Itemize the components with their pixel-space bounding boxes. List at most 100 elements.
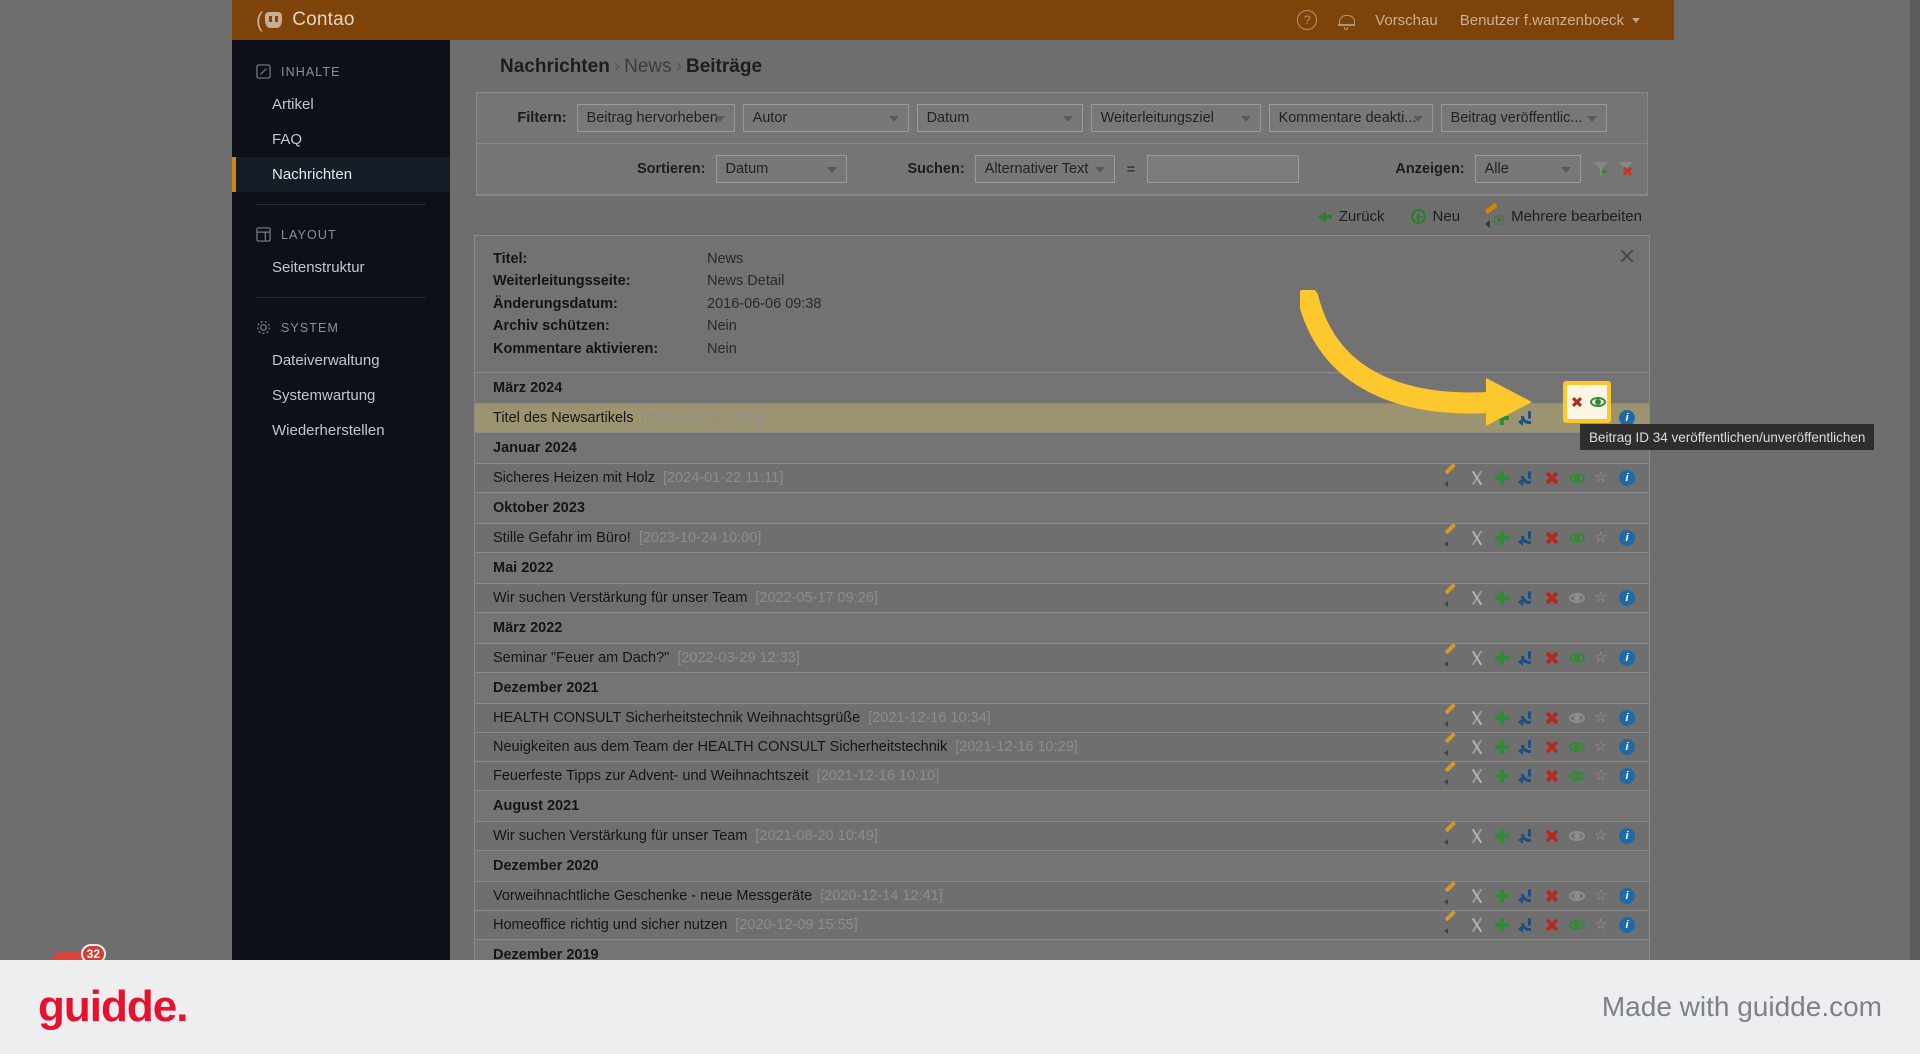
sidebar-item-nachrichten[interactable]: Nachrichten [232,157,450,192]
move-arrow-icon[interactable] [1518,590,1535,607]
filter-select-kommentare[interactable]: Kommentare deakti... [1268,104,1433,132]
edit-pencil-icon[interactable] [1444,821,1460,846]
publish-eye-icon[interactable] [1569,917,1585,933]
user-menu[interactable]: Benutzer f.wanzenboeck [1460,12,1640,29]
delete-x-icon[interactable] [1544,768,1560,784]
sidebar-item-wiederherstellen[interactable]: Wiederherstellen [232,413,450,448]
publish-eye-icon[interactable] [1569,828,1585,844]
table-row[interactable]: Homeoffice richtig und sicher nutzen [202… [475,910,1649,941]
plus-icon[interactable] [1494,768,1510,784]
cut-tools-icon[interactable] [1469,590,1485,606]
publish-eye-icon[interactable] [1589,394,1606,410]
edit-pencil-icon[interactable] [1444,910,1460,935]
table-row[interactable]: HEALTH CONSULT Sicherheitstechnik Weihna… [475,703,1649,734]
filter-select-datum[interactable]: Datum [916,104,1083,132]
cut-tools-icon[interactable] [1469,917,1485,933]
close-icon[interactable] [1619,248,1635,264]
cut-tools-icon[interactable] [1469,888,1485,904]
table-row[interactable]: Wir suchen Verstärkung für unser Team [20… [475,583,1649,614]
move-arrow-icon[interactable] [1518,470,1535,487]
publish-eye-icon[interactable] [1569,470,1585,486]
delete-x-icon[interactable] [1544,470,1560,486]
sort-select[interactable]: Datum [715,155,848,183]
cut-tools-icon[interactable] [1469,828,1485,844]
highlighted-publish-toggle[interactable] [1563,381,1611,423]
filter-select-veroeffentlicht[interactable]: Beitrag veröffentlic... [1440,104,1607,132]
cut-tools-icon[interactable] [1469,470,1485,486]
info-icon[interactable]: i [1619,739,1635,756]
search-input[interactable] [1147,155,1300,183]
cut-tools-icon[interactable] [1469,650,1485,666]
publish-eye-icon[interactable] [1569,650,1585,666]
cut-tools-icon[interactable] [1469,710,1485,726]
delete-x-icon[interactable] [1544,828,1560,844]
delete-x-icon[interactable] [1544,739,1560,755]
cut-tools-icon[interactable] [1469,739,1485,755]
contao-logo[interactable]: ( Contao [256,9,355,31]
move-arrow-icon[interactable] [1518,710,1535,727]
filter-select-autor[interactable]: Autor [742,104,909,132]
funnel-plus-icon[interactable]: + [1594,161,1609,178]
info-icon[interactable]: i [1619,530,1635,547]
feature-star-icon[interactable]: ☆ [1594,710,1610,726]
move-arrow-icon[interactable] [1518,530,1535,547]
show-select[interactable]: Alle [1474,155,1582,183]
sidebar-item-dateiverwaltung[interactable]: Dateiverwaltung [232,343,450,378]
delete-x-icon[interactable] [1544,530,1560,546]
plus-icon[interactable] [1494,590,1510,606]
feature-star-icon[interactable]: ☆ [1594,650,1610,666]
info-icon[interactable]: i [1619,650,1635,667]
plus-icon[interactable] [1494,530,1510,546]
info-icon[interactable]: i [1619,888,1635,905]
move-arrow-icon[interactable] [1518,650,1535,667]
table-row[interactable]: Seminar "Feuer am Dach?" [2022-03-29 12:3… [475,643,1649,674]
feature-star-icon[interactable]: ☆ [1594,917,1610,933]
sidebar-item-faq[interactable]: FAQ [232,122,450,157]
plus-icon[interactable] [1494,470,1510,486]
breadcrumb-item-2[interactable]: News [624,56,672,77]
table-row[interactable]: Sicheres Heizen mit Holz [2024-01-22 11:1… [475,463,1649,494]
info-icon[interactable]: i [1619,828,1635,845]
table-row[interactable]: Neuigkeiten aus dem Team der HEALTH CONS… [475,732,1649,763]
plus-icon[interactable] [1494,739,1510,755]
plus-icon[interactable] [1494,917,1510,933]
publish-eye-icon[interactable] [1569,768,1585,784]
feature-star-icon[interactable]: ☆ [1594,768,1610,784]
new-button[interactable]: Neu [1410,208,1460,225]
delete-x-icon[interactable] [1544,917,1560,933]
sidebar-item-artikel[interactable]: Artikel [232,87,450,122]
chat-widget[interactable]: 32 [50,944,106,960]
move-arrow-icon[interactable] [1518,917,1535,934]
bell-icon[interactable] [1338,13,1356,30]
feature-star-icon[interactable]: ☆ [1594,739,1610,755]
edit-pencil-icon[interactable] [1444,761,1460,786]
delete-x-icon[interactable] [1544,650,1560,666]
info-icon[interactable]: i [1619,917,1635,934]
filter-select-weiterleitungsziel[interactable]: Weiterleitungsziel [1090,104,1261,132]
publish-eye-icon[interactable] [1569,888,1585,904]
delete-x-icon[interactable] [1544,888,1560,904]
cut-tools-icon[interactable] [1469,768,1485,784]
feature-star-icon[interactable]: ☆ [1594,828,1610,844]
breadcrumb-item-1[interactable]: Nachrichten [500,56,610,77]
preview-link[interactable]: Vorschau [1375,12,1438,29]
table-row[interactable]: Stille Gefahr im Büro! [2023-10-24 10:00]… [475,523,1649,554]
edit-pencil-icon[interactable] [1444,583,1460,608]
move-arrow-icon[interactable] [1518,768,1535,785]
back-button[interactable]: Zurück [1317,208,1385,225]
plus-icon[interactable] [1494,828,1510,844]
publish-eye-icon[interactable] [1569,530,1585,546]
edit-pencil-icon[interactable] [1444,463,1460,488]
sidebar-item-systemwartung[interactable]: Systemwartung [232,378,450,413]
delete-x-icon[interactable] [1544,590,1560,606]
edit-pencil-icon[interactable] [1444,881,1460,906]
table-row[interactable]: Feuerfeste Tipps zur Advent- und Weihnac… [475,761,1649,792]
publish-eye-icon[interactable] [1569,739,1585,755]
edit-pencil-icon[interactable] [1444,703,1460,728]
page-scrollbar[interactable] [1910,0,1920,960]
search-field-select[interactable]: Alternativer Text [974,155,1115,183]
edit-pencil-icon[interactable] [1444,732,1460,757]
table-row[interactable]: Wir suchen Verstärkung für unser Team [20… [475,821,1649,852]
move-arrow-icon[interactable] [1518,888,1535,905]
move-arrow-icon[interactable] [1518,828,1535,845]
